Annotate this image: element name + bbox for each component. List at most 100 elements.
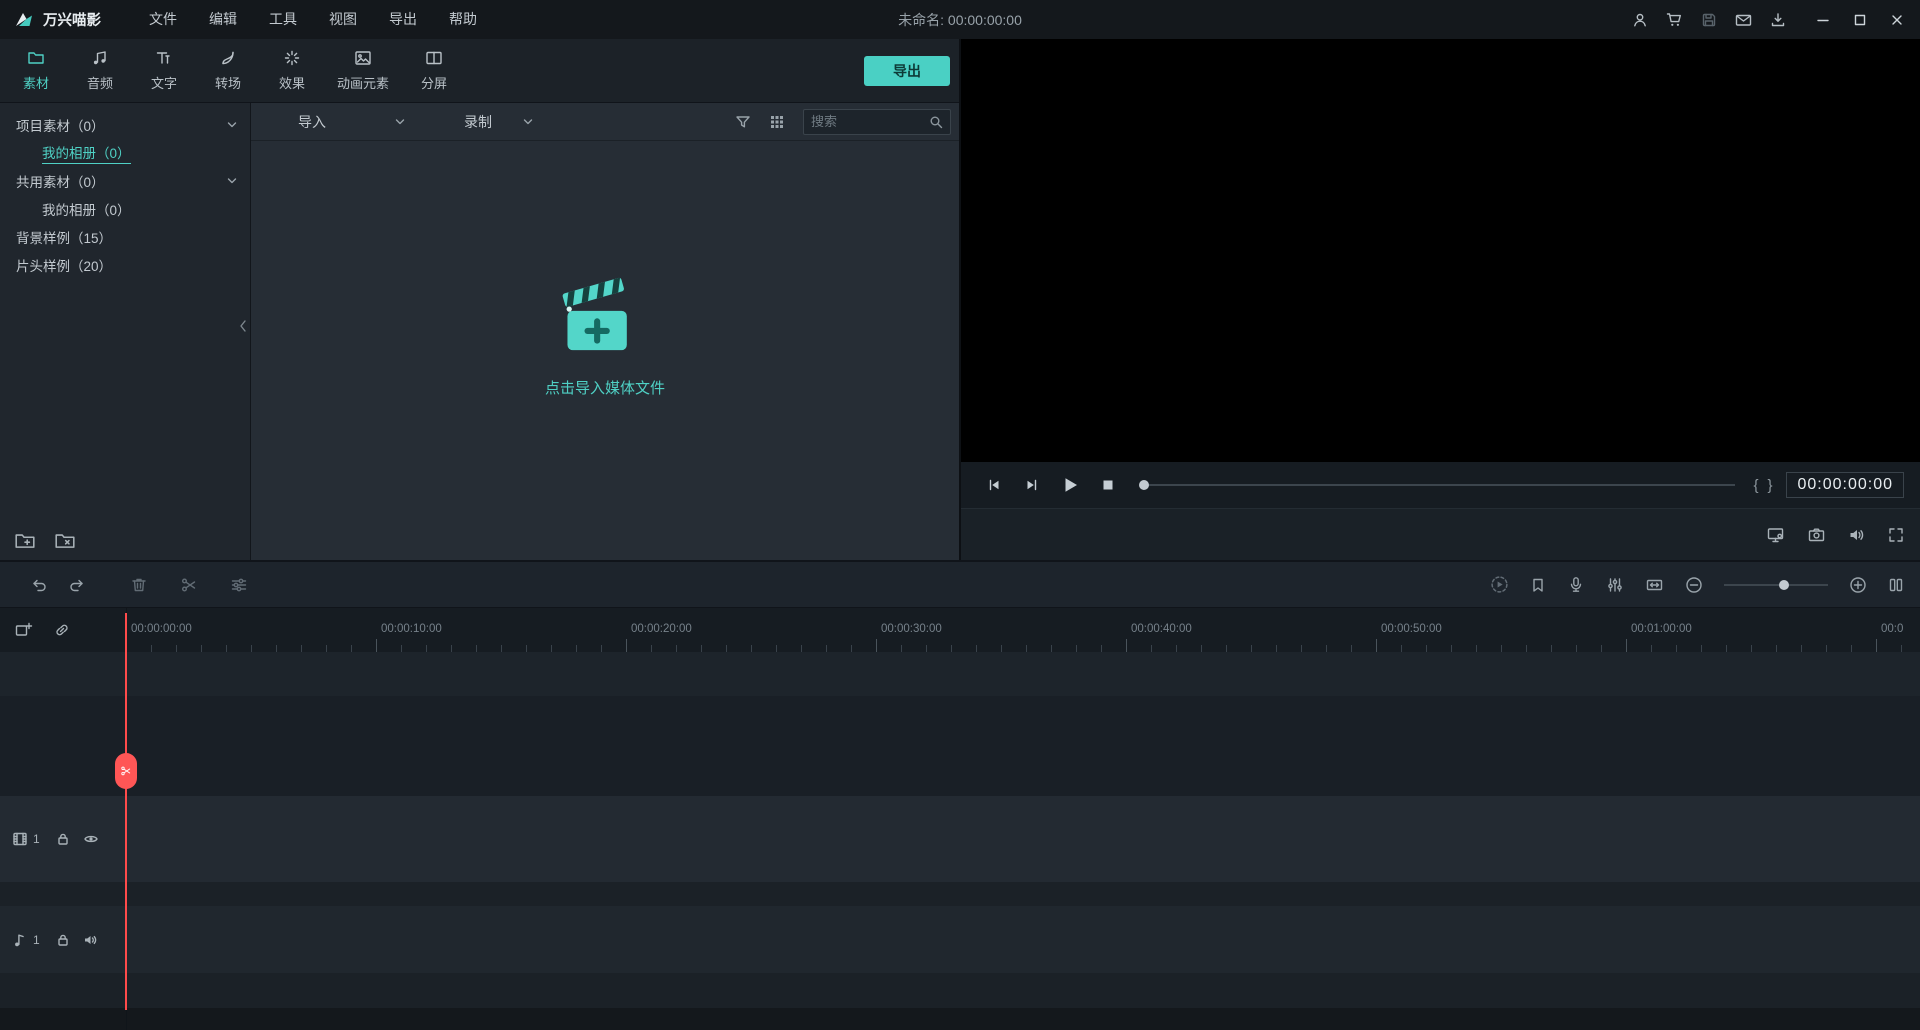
mark-in-out: { } [1753,477,1772,494]
chevron-down-icon[interactable] [226,175,238,187]
volume-icon[interactable] [1848,526,1866,544]
undo-icon[interactable] [30,576,48,594]
menu-export[interactable]: 导出 [373,0,433,39]
tab-audio[interactable]: 音频 [68,49,132,92]
zoom-out-icon[interactable] [1685,576,1703,594]
tab-split-screen[interactable]: 分屏 [402,49,466,92]
zoom-slider-handle[interactable] [1779,579,1789,590]
import-media-dropzone[interactable]: 点击导入媒体文件 [251,141,959,560]
tab-effects[interactable]: 效果 [260,49,324,92]
tab-elements[interactable]: 动画元素 [324,49,402,92]
render-preview-icon[interactable] [1490,575,1509,594]
video-track-lane[interactable]: 1 [0,796,1920,882]
export-button[interactable]: 导出 [864,56,950,86]
folder-add-icon[interactable] [14,530,36,550]
timeline-toolbar [0,560,1920,608]
seek-bar[interactable] [1139,480,1736,490]
playhead[interactable] [115,613,137,1010]
mute-speaker-icon[interactable] [83,932,99,948]
timeline-strip [0,652,1920,696]
redo-icon[interactable] [68,576,86,594]
menu-edit[interactable]: 编辑 [193,0,253,39]
zoom-slider[interactable] [1724,579,1828,590]
timeline-ruler[interactable]: 00:00:00:00 00:00:10:00 00:00:20:00 00:0… [0,608,1920,652]
tab-media[interactable]: 素材 [4,49,68,92]
chevron-down-icon [394,116,406,128]
search-icon[interactable] [929,115,943,129]
split-scissors-icon[interactable] [180,576,198,594]
fullscreen-icon[interactable] [1888,527,1904,543]
media-panel: 导入 录制 搜索 点击导入媒体文件 [251,103,959,560]
minimize-icon[interactable] [1816,13,1830,27]
tab-text[interactable]: 文字 [132,49,196,92]
maximize-icon[interactable] [1853,13,1867,27]
snapshot-icon[interactable] [1807,526,1826,544]
menu-help[interactable]: 帮助 [433,0,493,39]
save-icon[interactable] [1701,12,1717,28]
video-canvas[interactable] [961,39,1920,462]
sidebar-item-shared-media[interactable]: 共用素材（0） [0,167,250,195]
download-icon[interactable] [1770,12,1786,28]
sidebar-collapse-icon[interactable] [238,319,248,333]
filter-icon[interactable] [735,114,751,130]
tab-transitions-label: 转场 [214,76,241,91]
video-track-header: 1 [0,796,126,882]
mark-in-icon[interactable]: { [1753,477,1758,494]
folder-icon [28,52,44,64]
ruler-label: 00:00:20:00 [631,623,692,635]
sidebar-item-my-album[interactable]: 我的相册（0） [0,139,250,167]
ruler-label: 00:00:40:00 [1131,623,1192,635]
playhead-split-handle[interactable] [115,753,137,789]
delete-icon[interactable] [130,576,148,594]
zoom-in-icon[interactable] [1849,576,1867,594]
elements-icon [355,51,371,65]
main-area: 素材 音频 文字 转场 效果 动画元素 分屏 导出 项目素材（0） 我的相册（0… [0,39,1920,560]
timeline-corner-tools [0,608,126,652]
video-track-number: 1 [33,832,40,846]
sidebar-item-project-media[interactable]: 项目素材（0） [0,111,250,139]
audio-mixer-icon[interactable] [1606,576,1624,594]
link-icon[interactable] [53,621,71,639]
voiceover-mic-icon[interactable] [1567,576,1585,594]
add-to-track-icon[interactable] [14,621,33,639]
grid-view-icon[interactable] [769,114,785,130]
track-height-icon[interactable] [1888,577,1904,593]
folder-delete-icon[interactable] [54,530,76,550]
ruler-label: 00:00:50:00 [1381,623,1442,635]
tab-transitions[interactable]: 转场 [196,49,260,92]
menu-view[interactable]: 视图 [313,0,373,39]
lock-icon[interactable] [56,933,70,947]
chevron-down-icon[interactable] [226,119,238,131]
menu-tools[interactable]: 工具 [253,0,313,39]
next-frame-icon[interactable] [1013,477,1051,493]
seek-handle[interactable] [1139,480,1149,490]
split-screen-icon [426,51,442,65]
sidebar-item-my-album-shared[interactable]: 我的相册（0） [0,195,250,223]
record-label: 录制 [464,113,492,130]
sidebar-item-background-samples[interactable]: 背景样例（15） [0,223,250,251]
previous-frame-icon[interactable] [975,477,1013,493]
user-icon[interactable] [1632,12,1648,28]
mark-out-icon[interactable]: } [1767,477,1772,494]
tab-text-label: 文字 [150,76,177,91]
audio-track-lane[interactable]: 1 [0,906,1920,973]
display-settings-icon[interactable] [1766,526,1785,544]
sidebar-item-intro-samples[interactable]: 片头样例（20） [0,251,250,279]
record-dropdown[interactable]: 录制 [464,112,534,132]
marker-icon[interactable] [1530,577,1546,593]
properties-icon[interactable] [230,576,248,594]
cart-icon[interactable] [1666,12,1683,28]
mail-icon[interactable] [1735,12,1752,28]
import-dropdown[interactable]: 导入 [298,112,406,132]
media-library-region: 素材 音频 文字 转场 效果 动画元素 分屏 导出 项目素材（0） 我的相册（0… [0,39,959,560]
play-icon[interactable] [1051,475,1089,495]
search-box [803,108,951,135]
lock-icon[interactable] [56,832,70,846]
sidebar-item-label: 共用素材（0） [16,175,105,190]
close-icon[interactable] [1890,13,1904,27]
fit-timeline-icon[interactable] [1645,576,1664,594]
stop-icon[interactable] [1089,478,1127,492]
menu-file[interactable]: 文件 [133,0,193,39]
search-input[interactable] [811,114,923,129]
eye-icon[interactable] [83,831,99,847]
